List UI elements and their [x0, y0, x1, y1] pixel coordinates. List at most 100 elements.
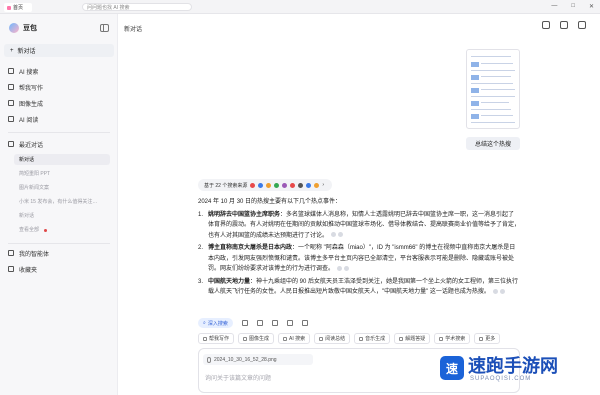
answer-intro: 2024 年 10 月 30 日的热搜主要有以下几个热点事件：: [198, 199, 342, 205]
item-number: 3.: [198, 278, 204, 285]
minimize-button[interactable]: —: [551, 3, 557, 10]
chip-writing[interactable]: 帮我写作: [198, 333, 235, 344]
doubao-logo-icon: [9, 23, 19, 33]
sidebar-item-label: 收藏夹: [19, 267, 38, 274]
item-body: ：神十九乘组中的 90 后女航天员王浩泽受到关注，她是我国第一个坐上火箭的女工程…: [208, 278, 519, 296]
lightbulb-icon: [399, 336, 404, 341]
chip-ai-search[interactable]: AI 搜索: [278, 333, 311, 344]
new-chat-button[interactable]: + 新对话: [4, 44, 114, 57]
chip-reading-summary[interactable]: 阅读总结: [314, 333, 351, 344]
top-search-input[interactable]: 问问题也找 AI 搜索: [82, 3, 192, 11]
share-icon[interactable]: [301, 320, 308, 326]
brand: 豆包: [9, 23, 37, 33]
chip-label: 图像生成: [249, 336, 270, 342]
source-favicon-icon: [314, 182, 320, 188]
pen-icon: [203, 336, 207, 341]
chevron-right-icon: ›: [322, 182, 325, 188]
deep-search-button[interactable]: ⌕ 深入搜索: [198, 318, 233, 328]
sidebar-item-image-gen[interactable]: 图像生成: [8, 98, 43, 108]
recent-item[interactable]: 图片新闻文案: [19, 183, 49, 192]
citation-icon[interactable]: [343, 265, 349, 271]
book-icon: [319, 336, 324, 341]
chip-music-gen[interactable]: 音乐生成: [354, 333, 391, 344]
attachment-chip[interactable]: 2024_10_30_16_52_28.png: [203, 354, 313, 365]
search-icon: [8, 68, 14, 74]
clock-icon: [8, 141, 14, 147]
recent-item-label: 新对话: [19, 157, 35, 163]
new-chat-label: 新对话: [17, 49, 36, 55]
search-icon: [283, 336, 288, 341]
item-number: 1.: [198, 211, 204, 218]
recent-chats-header[interactable]: 最近对话: [8, 139, 43, 149]
star-icon: [8, 266, 14, 272]
source-favicon-icon: [250, 182, 256, 188]
share-icon[interactable]: [542, 21, 550, 29]
uploaded-image-thumbnail[interactable]: [466, 49, 520, 129]
watermark-subtitle: SUPAOQISI.COM: [470, 376, 532, 382]
sidebar-item-agents[interactable]: 我的智能体: [8, 248, 49, 258]
graduation-cap-icon: [439, 336, 444, 341]
maximize-button[interactable]: □: [571, 3, 575, 10]
chip-label: 帮我写作: [209, 336, 230, 342]
recent-item[interactable]: 新对话: [19, 211, 34, 220]
watermark-title: 速跑手游网: [468, 356, 558, 376]
chip-more[interactable]: 更多: [474, 333, 501, 344]
recent-header-label: 最近对话: [19, 142, 44, 149]
book-icon: [8, 116, 14, 122]
citation-icon[interactable]: [336, 265, 342, 271]
close-button[interactable]: ✕: [589, 3, 594, 10]
top-search-placeholder: 问问题也找 AI 搜索: [87, 4, 130, 11]
document-icon[interactable]: [560, 21, 568, 29]
assistant-answer: 2024 年 10 月 30 日的热搜主要有以下几个热点事件： 1. 姚明辞去中…: [198, 197, 520, 300]
source-favicon-icon: [274, 182, 280, 188]
recent-item-label: 图片新闻文案: [19, 185, 50, 191]
copy-icon[interactable]: [241, 320, 248, 326]
answer-actions: ⌕ 深入搜索: [198, 318, 308, 328]
new-window-icon[interactable]: [578, 21, 586, 29]
sidebar-item-ai-search[interactable]: AI 搜索: [8, 66, 38, 76]
image-icon: [243, 336, 248, 341]
recent-item-label: 新对话: [19, 213, 35, 219]
sidebar-divider: [8, 243, 110, 244]
view-all-link[interactable]: 查看全部: [19, 225, 39, 234]
citation-icon[interactable]: [499, 288, 505, 294]
thumbs-up-icon[interactable]: [271, 320, 278, 326]
answer-item: 2. 博主直称南京大屠杀是日本内政：一个昵称 "阿森森（miao）"，ID 为 …: [198, 243, 520, 275]
collapse-sidebar-icon[interactable]: [100, 24, 109, 32]
home-tab-label: 首页: [13, 5, 24, 11]
recent-item-label: 简短重阳 PPT: [19, 171, 51, 177]
unread-dot: [44, 229, 47, 232]
answer-item: 1. 姚明辞去中国篮协主席职务：多名篮球媒体人消息称，知情人士透露姚明已辞去中国…: [198, 210, 520, 242]
citation-icon[interactable]: [492, 288, 498, 294]
thumbs-down-icon[interactable]: [286, 320, 293, 326]
answer-list: 1. 姚明辞去中国篮协主席职务：多名篮球媒体人消息称，知情人士透露姚明已辞去中国…: [198, 210, 520, 298]
reload-icon[interactable]: [256, 320, 263, 326]
recent-item-new-chat[interactable]: 新对话: [14, 154, 110, 165]
sidebar-item-ai-reading[interactable]: AI 阅读: [8, 114, 38, 124]
chip-academic-search[interactable]: 学术搜索: [434, 333, 471, 344]
chip-label: 更多: [485, 336, 496, 342]
home-tab[interactable]: 首页: [4, 3, 32, 12]
grid-icon: [8, 250, 14, 256]
search-sources-pill[interactable]: 基于 22 个搜索来源 ›: [198, 179, 332, 191]
recent-item[interactable]: 简短重阳 PPT: [19, 169, 50, 178]
source-favicon-icon: [298, 182, 304, 188]
source-favicon-icon: [266, 182, 272, 188]
citation-icon[interactable]: [330, 232, 336, 238]
sidebar-item-label: AI 阅读: [19, 117, 39, 124]
chip-label: 学术搜索: [445, 336, 466, 342]
item-number: 2.: [198, 245, 204, 251]
sources-label: 基于 22 个搜索来源: [204, 182, 248, 189]
item-heading: 博主直称南京大屠杀是日本内政: [208, 245, 293, 251]
chip-image-gen[interactable]: 图像生成: [238, 333, 275, 344]
citation-icon[interactable]: [337, 232, 343, 238]
sidebar-item-writing[interactable]: 帮我写作: [8, 82, 43, 92]
source-favicon-icon: [258, 182, 264, 188]
item-heading: 姚明辞去中国篮协主席职务: [208, 211, 281, 218]
chip-problem-solving[interactable]: 解题答疑: [394, 333, 431, 344]
source-favicon-icon: [290, 182, 296, 188]
search-icon: ⌕: [203, 320, 206, 326]
recent-item[interactable]: 小米 15 发布会，有什么值得关注…: [19, 197, 97, 206]
quick-actions: 帮我写作 图像生成 AI 搜索 阅读总结 音乐生成 解题答疑 学术搜索 更多: [198, 333, 501, 344]
sidebar-item-favorites[interactable]: 收藏夹: [8, 264, 37, 274]
